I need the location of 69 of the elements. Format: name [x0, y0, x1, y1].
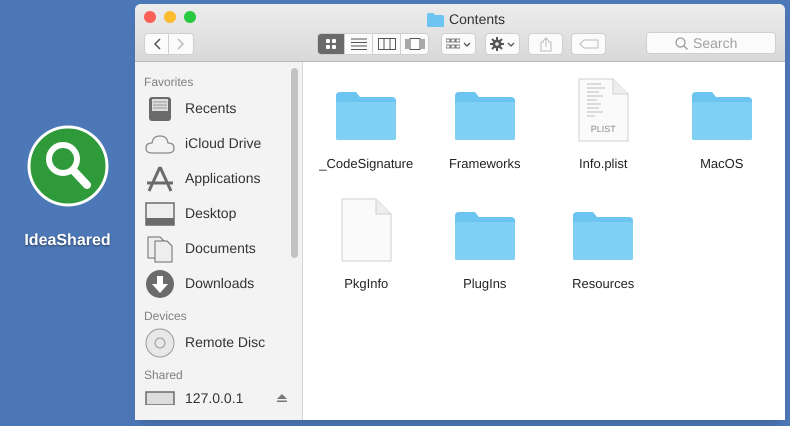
chevron-right-icon — [177, 38, 185, 50]
folder-icon — [334, 90, 398, 142]
folder-icon — [452, 90, 517, 142]
view-mode-tab[interactable] — [317, 33, 345, 55]
file-name: Frameworks — [448, 155, 520, 173]
plist-file-icon — [577, 78, 630, 142]
sidebar-item[interactable]: 127.0.0.1 — [144, 387, 302, 409]
file-name: MacOS — [700, 155, 744, 173]
file-name: Info.plist — [579, 155, 628, 173]
desktop-icon — [145, 200, 175, 226]
computer-icon — [145, 391, 175, 405]
folder-icon — [427, 12, 444, 26]
file-name: Resources — [572, 275, 634, 293]
chevron-left-icon — [152, 38, 160, 50]
close-button[interactable] — [144, 11, 156, 23]
document-icon — [340, 198, 392, 262]
file-item[interactable]: PLIST Info.plist — [544, 74, 662, 194]
file-item[interactable]: Resources — [544, 194, 662, 314]
sidebar-section-title: Shared — [144, 367, 184, 384]
disc-icon — [145, 328, 175, 358]
eject-icon[interactable] — [277, 394, 288, 402]
app-store-icon — [145, 164, 175, 192]
search-field[interactable]: Search — [646, 32, 776, 54]
sidebar-item[interactable]: iCloud Drive — [144, 126, 302, 161]
cover-flow-icon — [404, 38, 424, 50]
file-item[interactable]: _CodeSignature — [307, 74, 426, 194]
back-button[interactable] — [144, 33, 169, 55]
tray-icon — [146, 94, 174, 122]
view-mode-tab[interactable] — [401, 33, 429, 55]
folder-icon — [571, 210, 636, 262]
tag-icon — [578, 39, 598, 49]
action-button[interactable] — [485, 33, 520, 55]
arrange-button[interactable] — [441, 33, 476, 55]
file-item[interactable]: PlugIns — [426, 194, 544, 314]
share-icon — [540, 36, 552, 52]
gear-icon — [490, 37, 504, 51]
sidebar-section-title: Devices — [144, 308, 188, 325]
file-type-label: PLIST — [590, 122, 617, 136]
sidebar-section-title: Favorites — [144, 74, 194, 91]
window-title: Contents — [449, 10, 506, 29]
sidebar-item[interactable]: Documents — [144, 231, 302, 266]
sidebar-item[interactable]: Desktop — [144, 196, 302, 231]
caret-icon — [507, 42, 515, 46]
grid-icon — [446, 38, 460, 50]
cloud-icon — [145, 132, 175, 154]
search-icon — [675, 37, 688, 50]
sidebar-item[interactable]: Recents — [144, 91, 302, 126]
grid-icon — [325, 38, 337, 50]
columns-icon — [378, 38, 396, 50]
caret-icon — [463, 42, 471, 46]
sidebar-item[interactable]: Downloads — [144, 266, 302, 301]
file-item[interactable]: PkgInfo — [307, 194, 426, 314]
file-item[interactable]: MacOS — [662, 74, 781, 194]
scrollbar-thumb[interactable] — [291, 68, 298, 258]
download-icon — [145, 268, 175, 298]
file-name: _CodeSignature — [319, 155, 414, 173]
list-icon — [350, 38, 366, 50]
app-label: IdeaShared — [24, 231, 111, 251]
folder-icon — [452, 210, 517, 262]
file-name: PkgInfo — [344, 275, 388, 293]
magnifier-app-icon[interactable] — [26, 125, 108, 207]
sidebar-item[interactable]: Applications — [144, 161, 302, 196]
file-name: PlugIns — [463, 275, 506, 293]
file-item[interactable]: Frameworks — [426, 74, 544, 194]
sidebar-item[interactable]: Remote Disc — [144, 325, 302, 360]
folder-icon — [690, 90, 754, 142]
documents-icon — [146, 234, 174, 262]
view-mode-tab[interactable] — [373, 33, 401, 55]
view-mode-tab[interactable] — [345, 33, 373, 55]
